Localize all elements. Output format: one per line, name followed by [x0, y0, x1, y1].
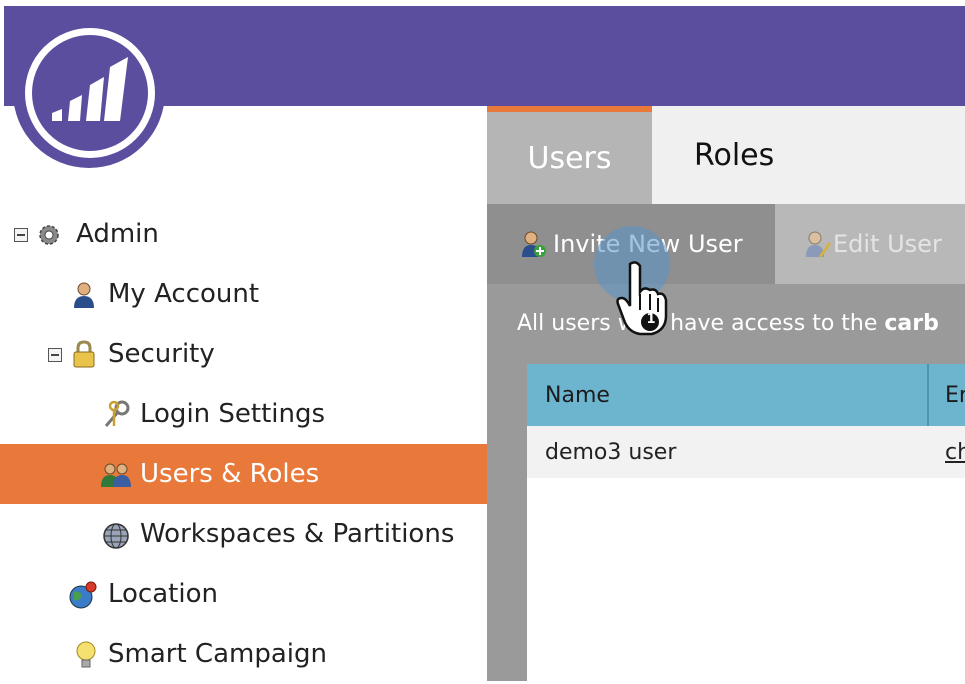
cell-email-link[interactable]: ch — [945, 426, 965, 478]
hand-pointer-cursor-icon: 1 — [612, 258, 676, 342]
edit-user-icon — [805, 230, 831, 264]
tree-item-label: Security — [108, 339, 215, 369]
tree-item-security[interactable]: Security — [0, 324, 487, 384]
location-globe-icon — [68, 580, 97, 609]
user-icon — [72, 281, 96, 308]
users-table: Name Er demo3 user ch — [527, 364, 965, 681]
column-divider[interactable] — [927, 364, 929, 426]
edit-user-button[interactable]: Edit User — [775, 204, 965, 284]
keys-icon — [102, 400, 130, 427]
tab-roles[interactable]: Roles — [694, 106, 774, 204]
tab-label: Users — [527, 140, 612, 176]
tree-item-smart-campaign[interactable]: Smart Campaign — [0, 624, 487, 684]
description-bold: carb — [884, 311, 939, 336]
users-description: All users who have access to the carb — [517, 311, 939, 336]
collapse-toggle-icon[interactable] — [14, 228, 28, 242]
tree-item-my-account[interactable]: My Account — [0, 264, 487, 324]
admin-tree-sidebar: Admin My Account Security Login Settings… — [0, 0, 487, 681]
step-badge: 1 — [646, 312, 656, 327]
tree-item-label: Users & Roles — [140, 459, 320, 489]
lock-icon — [72, 340, 96, 368]
collapse-toggle-icon[interactable] — [48, 348, 62, 362]
cell-name: demo3 user — [545, 439, 677, 465]
tree-item-label: My Account — [108, 279, 260, 309]
table-header: Name Er — [527, 364, 965, 426]
tree-item-login-settings[interactable]: Login Settings — [0, 384, 487, 444]
tab-users[interactable]: Users — [487, 106, 652, 204]
globe-icon — [102, 522, 129, 549]
tree-item-location[interactable]: Location — [0, 564, 487, 624]
edit-user-label: Edit User — [833, 230, 942, 258]
users-icon — [100, 462, 131, 487]
tree-item-admin[interactable]: Admin — [0, 204, 487, 264]
tree-item-label: Location — [108, 579, 218, 609]
tree-item-users-roles[interactable]: Users & Roles — [0, 444, 487, 504]
add-user-icon — [521, 230, 547, 264]
tree-item-label: Smart Campaign — [108, 639, 327, 669]
column-header-email[interactable]: Er — [945, 364, 965, 426]
gear-icon — [36, 222, 60, 246]
users-roles-panel: Users Roles Invite New User Edit User Al… — [487, 106, 965, 681]
tab-bar: Users Roles — [487, 106, 965, 204]
tree-item-label: Login Settings — [140, 399, 326, 429]
tree-item-label: Admin — [76, 219, 159, 249]
tree-item-label: Workspaces & Partitions — [140, 519, 455, 549]
description-middle: have access to the — [663, 311, 885, 336]
users-toolbar: Invite New User Edit User — [487, 204, 965, 284]
tree-item-workspaces-partitions[interactable]: Workspaces & Partitions — [0, 504, 487, 564]
table-row[interactable]: demo3 user ch — [527, 426, 965, 478]
tab-label: Roles — [694, 137, 775, 173]
lightbulb-icon — [74, 640, 98, 668]
column-header-name[interactable]: Name — [545, 364, 610, 426]
